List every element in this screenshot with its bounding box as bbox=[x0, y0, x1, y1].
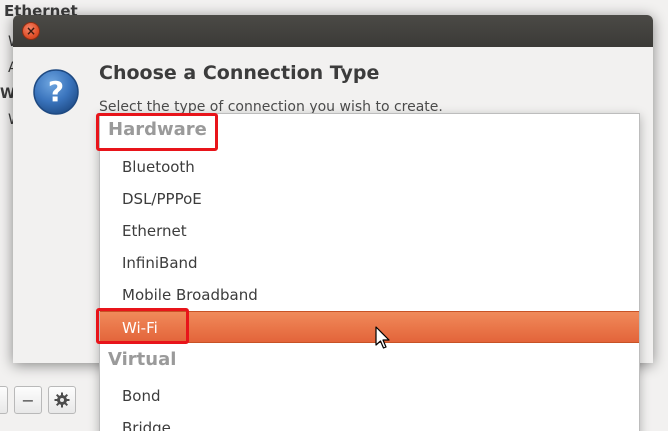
menu-item-mobile-broadband[interactable]: Mobile Broadband bbox=[100, 279, 639, 311]
svg-text:?: ? bbox=[48, 75, 64, 108]
dialog-heading: Choose a Connection Type bbox=[99, 62, 380, 84]
menu-item-bluetooth[interactable]: Bluetooth bbox=[100, 151, 639, 183]
menu-item-ethernet[interactable]: Ethernet bbox=[100, 215, 639, 247]
dialog-titlebar: × bbox=[13, 15, 653, 47]
menu-item-infiniband[interactable]: InfiniBand bbox=[100, 247, 639, 279]
remove-connection-button[interactable]: − bbox=[14, 386, 42, 414]
mouse-cursor-icon bbox=[375, 326, 390, 349]
question-icon: ? bbox=[33, 69, 79, 115]
highlight-wifi bbox=[96, 308, 189, 344]
settings-button[interactable] bbox=[48, 386, 76, 414]
menu-item-bridge[interactable]: Bridge bbox=[100, 412, 639, 431]
connection-toolbar: − bbox=[0, 386, 76, 418]
highlight-hardware bbox=[96, 113, 218, 151]
menu-item-dsl-pppoe[interactable]: DSL/PPPoE bbox=[100, 183, 639, 215]
menu-item-bond[interactable]: Bond bbox=[100, 380, 639, 412]
minus-icon: − bbox=[21, 390, 35, 410]
gear-icon bbox=[54, 392, 70, 408]
add-connection-button[interactable] bbox=[0, 386, 8, 414]
connection-type-menu: Hardware Bluetooth DSL/PPPoE Ethernet In… bbox=[99, 113, 640, 431]
close-button[interactable]: × bbox=[22, 22, 40, 40]
close-icon: × bbox=[25, 24, 37, 38]
screen: Ethernet W A Wi W − bbox=[0, 0, 668, 431]
menu-header-virtual: Virtual bbox=[108, 349, 177, 370]
